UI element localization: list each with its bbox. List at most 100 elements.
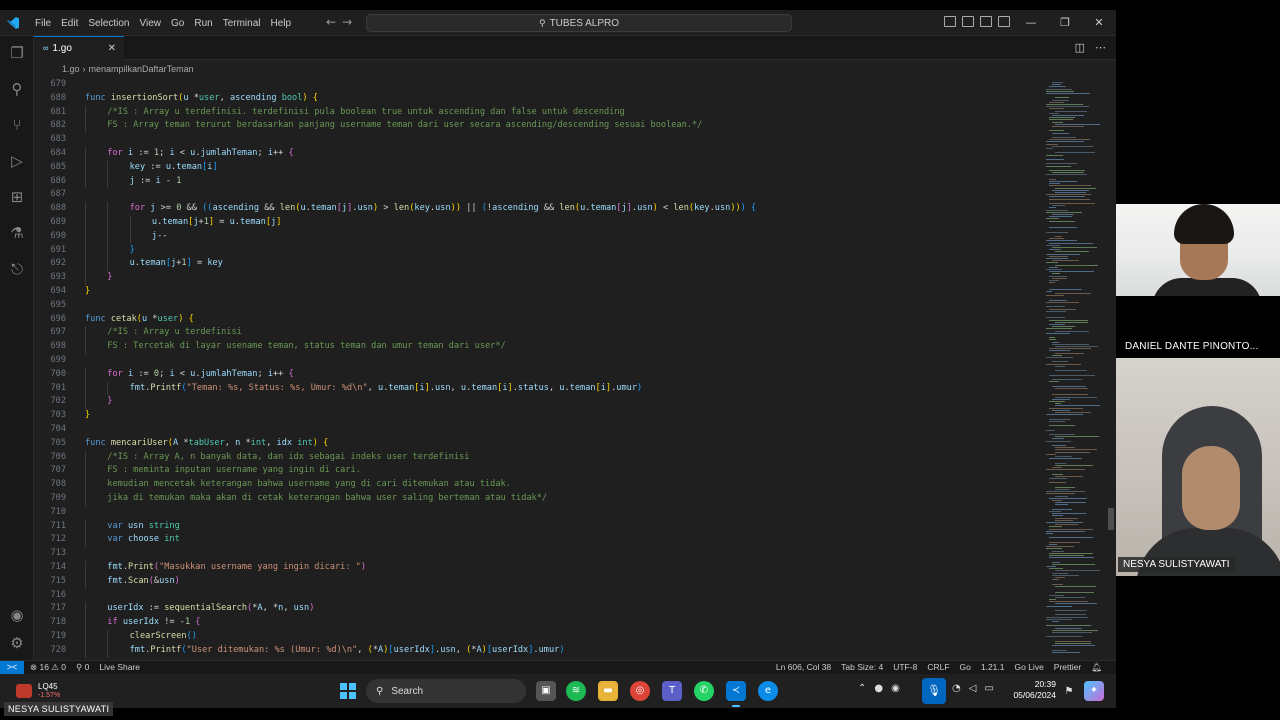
- ports-count[interactable]: ⚲ 0: [76, 662, 89, 673]
- code-line[interactable]: 688 for j >= 0 && ((ascending && len(u.te…: [34, 202, 1042, 216]
- code-line[interactable]: 679: [34, 78, 1042, 92]
- code-line[interactable]: 690 j--: [34, 229, 1042, 244]
- stock-widget[interactable]: LQ45 -1.57%: [12, 680, 72, 704]
- source-control-icon[interactable]: ⑂: [8, 116, 26, 134]
- code-line[interactable]: 692 u.teman[j+1] = key: [34, 257, 1042, 272]
- breadcrumb-file[interactable]: 1.go: [62, 64, 80, 74]
- code-line[interactable]: 689 u.teman[j+1] = u.teman[j]: [34, 216, 1042, 230]
- code-line[interactable]: 682 FS : Array teman terurut berdasarkan …: [34, 119, 1042, 134]
- account-icon[interactable]: ◉: [8, 606, 26, 624]
- remote-explorer-icon[interactable]: ⎋: [8, 260, 26, 278]
- code-line[interactable]: 681 /*IS : Array u terdefinisi. terdefini…: [34, 105, 1042, 120]
- menu-go[interactable]: Go: [166, 18, 189, 29]
- code-line[interactable]: 696 func cetak(u *user) {: [34, 313, 1042, 327]
- code-line[interactable]: 700 for i := 0; i < u.jumlahTeman; i++ {: [34, 367, 1042, 382]
- editor-scrollbar[interactable]: [1108, 508, 1114, 530]
- code-line[interactable]: 691}: [34, 243, 1042, 258]
- battery-icon[interactable]: ▭: [984, 683, 993, 694]
- code-line[interactable]: 698 FS : Tercetak di layar usename teman,…: [34, 340, 1042, 354]
- more-actions-icon[interactable]: ⋯: [1095, 41, 1106, 54]
- capture-icon[interactable]: ◉: [891, 683, 900, 694]
- menu-file[interactable]: File: [30, 18, 56, 29]
- file-explorer-icon[interactable]: ▬: [598, 681, 618, 701]
- restore-icon[interactable]: ❐: [1048, 10, 1082, 36]
- menu-selection[interactable]: Selection: [83, 18, 134, 29]
- command-center-search[interactable]: ⚲ TUBES ALPRO: [366, 14, 792, 32]
- code-line[interactable]: 701 fmt.Printf("Teman: %s, Status: %s, Um…: [34, 381, 1042, 396]
- code-line[interactable]: 703}: [34, 409, 1042, 423]
- vscode-taskbar-icon[interactable]: ≺: [726, 681, 746, 707]
- code-line[interactable]: 705 func mencariUser(A *tabUser, n *int, …: [34, 437, 1042, 451]
- testing-icon[interactable]: ⚗: [8, 224, 26, 242]
- wifi-icon[interactable]: ◔: [952, 683, 961, 694]
- code-line[interactable]: 699: [34, 354, 1042, 368]
- menu-terminal[interactable]: Terminal: [218, 18, 266, 29]
- back-arrow-icon[interactable]: ←: [326, 15, 336, 29]
- chrome-icon[interactable]: ◎: [630, 681, 650, 701]
- end-of-line[interactable]: CRLF: [927, 662, 949, 673]
- minimize-icon[interactable]: —: [1014, 10, 1048, 36]
- menu-run[interactable]: Run: [189, 18, 217, 29]
- close-window-icon[interactable]: ✕: [1082, 10, 1116, 36]
- code-line[interactable]: 709 jika di temukan maka akan di cetak ke…: [34, 492, 1042, 506]
- tab-size[interactable]: Tab Size: 4: [841, 662, 883, 673]
- toggle-secondary-sidebar-icon[interactable]: [980, 16, 992, 27]
- windows-start-icon[interactable]: [340, 683, 356, 699]
- app-tray-icon[interactable]: ●: [874, 683, 883, 694]
- spotify-icon[interactable]: ≋: [566, 681, 586, 701]
- encoding[interactable]: UTF-8: [893, 662, 917, 673]
- run-debug-icon[interactable]: ▷: [8, 152, 26, 170]
- forward-arrow-icon[interactable]: →: [342, 15, 352, 29]
- code-line[interactable]: 687: [34, 188, 1042, 202]
- tab-1-go[interactable]: ∞ 1.go ✕: [34, 36, 124, 60]
- code-line[interactable]: 719 clearScreen(): [34, 630, 1042, 644]
- explorer-icon[interactable]: ❐: [8, 44, 26, 62]
- whatsapp-icon[interactable]: ✆: [694, 681, 714, 701]
- code-line[interactable]: 713: [34, 547, 1042, 561]
- live-share[interactable]: Live Share: [99, 662, 140, 673]
- code-line[interactable]: 716: [34, 589, 1042, 603]
- taskbar-search[interactable]: ⚲ Search: [366, 679, 526, 703]
- menu-view[interactable]: View: [135, 18, 167, 29]
- teams-icon[interactable]: T: [662, 681, 682, 701]
- code-line[interactable]: 683: [34, 133, 1042, 147]
- code-line[interactable]: 695: [34, 299, 1042, 313]
- code-editor[interactable]: 679 680 func insertionSort(u *user, ascend…: [34, 78, 1042, 660]
- task-view-icon[interactable]: ▣: [536, 681, 556, 701]
- extensions-icon[interactable]: ⊞: [8, 188, 26, 206]
- volume-icon[interactable]: ◁: [969, 683, 977, 694]
- problems-count[interactable]: ⊗ 16 ⚠ 0: [30, 662, 66, 673]
- prettier[interactable]: Prettier: [1054, 662, 1081, 673]
- close-tab-icon[interactable]: ✕: [108, 43, 116, 54]
- code-line[interactable]: 693}: [34, 271, 1042, 285]
- code-line[interactable]: 708 kemudian mencetak keterangan bahwa us…: [34, 478, 1042, 492]
- code-line[interactable]: 718 if userIdx != -1 {: [34, 616, 1042, 630]
- notification-icon[interactable]: ⚑: [1062, 682, 1076, 698]
- code-line[interactable]: 706 /*IS : Array A, n banyak data, dan id…: [34, 450, 1042, 465]
- code-line[interactable]: 684 for i := 1; i < u.jumlahTeman; i++ {: [34, 147, 1042, 161]
- cursor-position[interactable]: Ln 606, Col 38: [776, 662, 831, 673]
- go-live[interactable]: Go Live: [1015, 662, 1044, 673]
- notifications-bell-icon[interactable]: 🔔︎: [1091, 662, 1102, 673]
- microphone-icon[interactable]: 🎙︎: [922, 678, 946, 704]
- code-line[interactable]: 685 key := u.teman[i]: [34, 160, 1042, 175]
- toggle-sidebar-icon[interactable]: [944, 16, 956, 27]
- go-version[interactable]: 1.21.1: [981, 662, 1005, 673]
- menu-edit[interactable]: Edit: [56, 18, 83, 29]
- code-line[interactable]: 715 fmt.Scan(&usn): [34, 574, 1042, 589]
- toggle-panel-icon[interactable]: [962, 16, 974, 27]
- code-line[interactable]: 717 userIdx := sequentialSearch(*A, *n, u…: [34, 602, 1042, 617]
- customize-layout-icon[interactable]: [998, 16, 1010, 27]
- code-line[interactable]: 686 j := i - 1: [34, 174, 1042, 189]
- copilot-icon[interactable]: ✦: [1084, 681, 1104, 701]
- minimap[interactable]: [1044, 78, 1108, 660]
- remote-indicator[interactable]: ><: [0, 661, 24, 675]
- code-line[interactable]: 714 fmt.Print("Masukkan username yang ing…: [34, 561, 1042, 575]
- settings-gear-icon[interactable]: ⚙: [8, 634, 26, 652]
- clock[interactable]: 20:39 05/06/2024: [1000, 679, 1056, 701]
- search-view-icon[interactable]: ⚲: [8, 80, 26, 98]
- menu-help[interactable]: Help: [266, 18, 297, 29]
- breadcrumb-symbol[interactable]: menampilkanDaftarTeman: [89, 64, 194, 74]
- code-line[interactable]: 707 FS : meminta inputan username yang in…: [34, 464, 1042, 479]
- edge-icon[interactable]: e: [758, 681, 778, 701]
